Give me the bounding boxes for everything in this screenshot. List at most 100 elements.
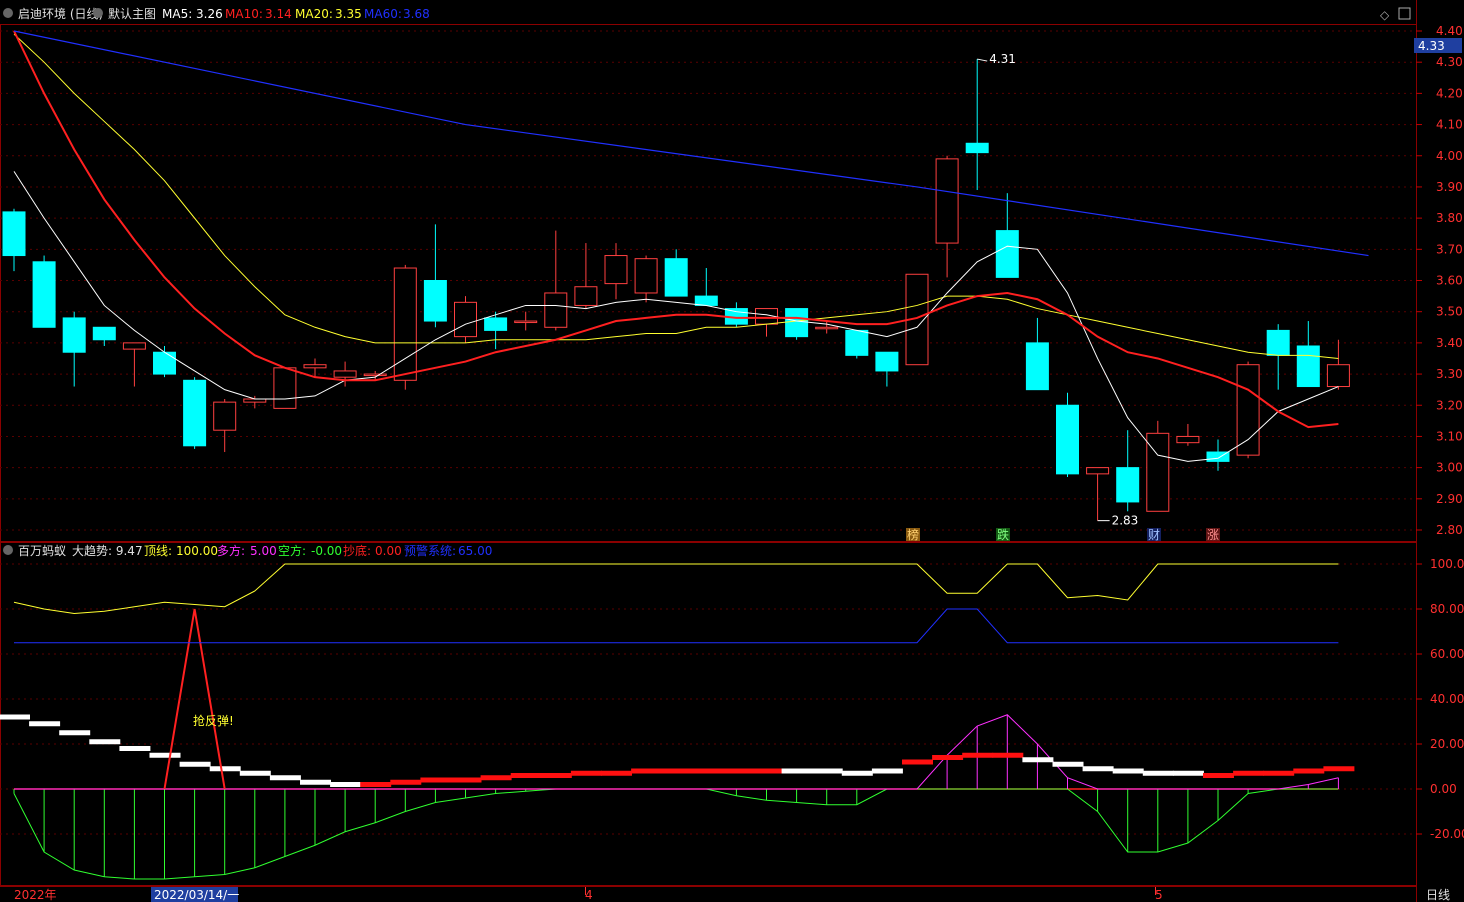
price-grid	[0, 30, 1416, 531]
ma5-value: 3.26	[196, 7, 223, 21]
candle-body	[303, 364, 327, 369]
price-tick-label: 3.60	[1436, 274, 1463, 288]
indicator-name[interactable]: 百万蚂蚁	[18, 543, 66, 558]
candle-body	[62, 317, 86, 353]
trend-bar	[330, 782, 362, 787]
trend-bar	[1323, 766, 1355, 772]
top-line-value: 100.00	[176, 544, 218, 558]
candle-body	[1116, 467, 1140, 503]
trend-bar	[179, 761, 211, 767]
trend-bar	[691, 768, 723, 774]
sub-tick-label: 0.00	[1430, 782, 1457, 796]
trend-bar	[1022, 757, 1054, 763]
price-tick-label: 2.90	[1436, 492, 1463, 506]
trend-bar	[932, 755, 964, 760]
sub-collapse-icon[interactable]	[3, 545, 13, 555]
candle-body	[183, 379, 207, 447]
candle-body	[484, 317, 508, 331]
trend-bar	[1203, 773, 1234, 778]
sub-tick-label: 100.00	[1430, 557, 1464, 571]
trend-bar	[902, 759, 933, 765]
trend-bar	[29, 721, 61, 727]
price-axis: 4.40 4.30 4.20 4.10 4.00 3.90 3.80 3.70 3.60 3.50…	[1416, 24, 1463, 537]
diamond-icon[interactable]: ◇	[1380, 8, 1390, 22]
sub-grid	[0, 563, 1416, 835]
price-tick-label: 4.10	[1436, 118, 1463, 132]
candles	[2, 59, 1350, 521]
trend-bar	[1233, 770, 1265, 776]
maximize-icon[interactable]	[1398, 7, 1411, 20]
trend-bar	[751, 768, 783, 774]
candle-body	[32, 261, 56, 328]
trend-bar	[1142, 770, 1174, 776]
trend-bar	[1082, 766, 1114, 772]
ma10-label: MA10:	[225, 7, 263, 21]
cursor-date: 2022/03/14/一	[154, 888, 239, 902]
candle-body	[875, 351, 899, 372]
high-pointer	[977, 58, 988, 62]
sub-axis: 100.00 80.00 60.00 40.00 20.00 0.00 -20.00	[1416, 557, 1464, 841]
trend-bar	[59, 730, 91, 736]
stock-title: 启迪环境 (日线)	[18, 6, 103, 21]
top-line-label: 顶线:	[144, 544, 172, 558]
candle-body	[664, 258, 688, 297]
trend-bar	[209, 766, 241, 772]
marker-die: 跌	[997, 527, 1009, 542]
sub-tick-label: 20.00	[1430, 737, 1464, 751]
price-tick-label: 3.30	[1436, 367, 1463, 381]
trend-bar	[89, 739, 121, 745]
ma60-value: 3.68	[403, 7, 430, 21]
short-value: -0.00	[311, 544, 342, 558]
trend-bar	[1172, 770, 1204, 776]
candle-body	[423, 280, 447, 322]
candle-body	[574, 286, 598, 306]
price-tick-label: 2.80	[1436, 523, 1463, 537]
ma5-line	[13, 171, 1339, 462]
trend-bar	[360, 782, 392, 787]
main-view-label[interactable]: 默认主图	[108, 6, 156, 21]
sub-tick-label: -20.00	[1430, 827, 1464, 841]
candle-body	[1296, 345, 1320, 388]
trend-bar	[871, 768, 903, 774]
candle-body	[544, 292, 568, 328]
date-label-year: 2022年	[14, 888, 57, 902]
price-tick-label: 3.40	[1436, 336, 1463, 350]
ma20-line	[13, 33, 1339, 359]
candle-body	[1176, 435, 1200, 444]
sub-tick-label: 60.00	[1430, 647, 1464, 661]
trend-bar	[570, 770, 602, 776]
candle-body	[995, 230, 1019, 278]
collapse-icon[interactable]	[3, 8, 13, 18]
price-tick-label: 3.90	[1436, 180, 1463, 194]
sub-tick-label: 40.00	[1430, 692, 1464, 706]
trend-bar	[962, 752, 994, 758]
candle-body	[604, 255, 628, 285]
trend-bar	[119, 746, 151, 751]
ma10-line	[13, 30, 1339, 429]
view-menu-icon[interactable]	[93, 8, 103, 18]
stock-chart: 启迪环境 (日线) 默认主图 MA5: 3.26 MA10: 3.14 MA20…	[0, 0, 1464, 902]
period-label[interactable]: 日线	[1426, 888, 1450, 902]
trend-bar	[390, 779, 422, 785]
price-tick-label: 4.40	[1436, 24, 1463, 38]
candle-body	[694, 295, 718, 306]
sub-tick-label: 80.00	[1430, 602, 1464, 616]
trend-bar	[601, 770, 632, 776]
candle-body	[1056, 404, 1079, 475]
price-tick-label: 3.00	[1436, 461, 1463, 475]
candle-body	[122, 342, 146, 350]
bottom-label: 抄底:	[343, 543, 371, 558]
main-panel-frame	[0, 24, 1417, 542]
warn-label: 预警系统:	[404, 543, 456, 558]
candle-body	[333, 370, 357, 378]
candle-body	[92, 326, 116, 341]
candle-body	[845, 329, 869, 356]
trend-bar	[420, 777, 452, 783]
short-label: 空方:	[278, 543, 306, 558]
marker-zhang: 涨	[1207, 527, 1219, 542]
marker-cai: 财	[1148, 528, 1160, 542]
trend-bar	[450, 777, 482, 783]
price-tick-label: 3.20	[1436, 398, 1463, 412]
candle-body	[153, 351, 176, 375]
candle-body	[785, 308, 809, 338]
